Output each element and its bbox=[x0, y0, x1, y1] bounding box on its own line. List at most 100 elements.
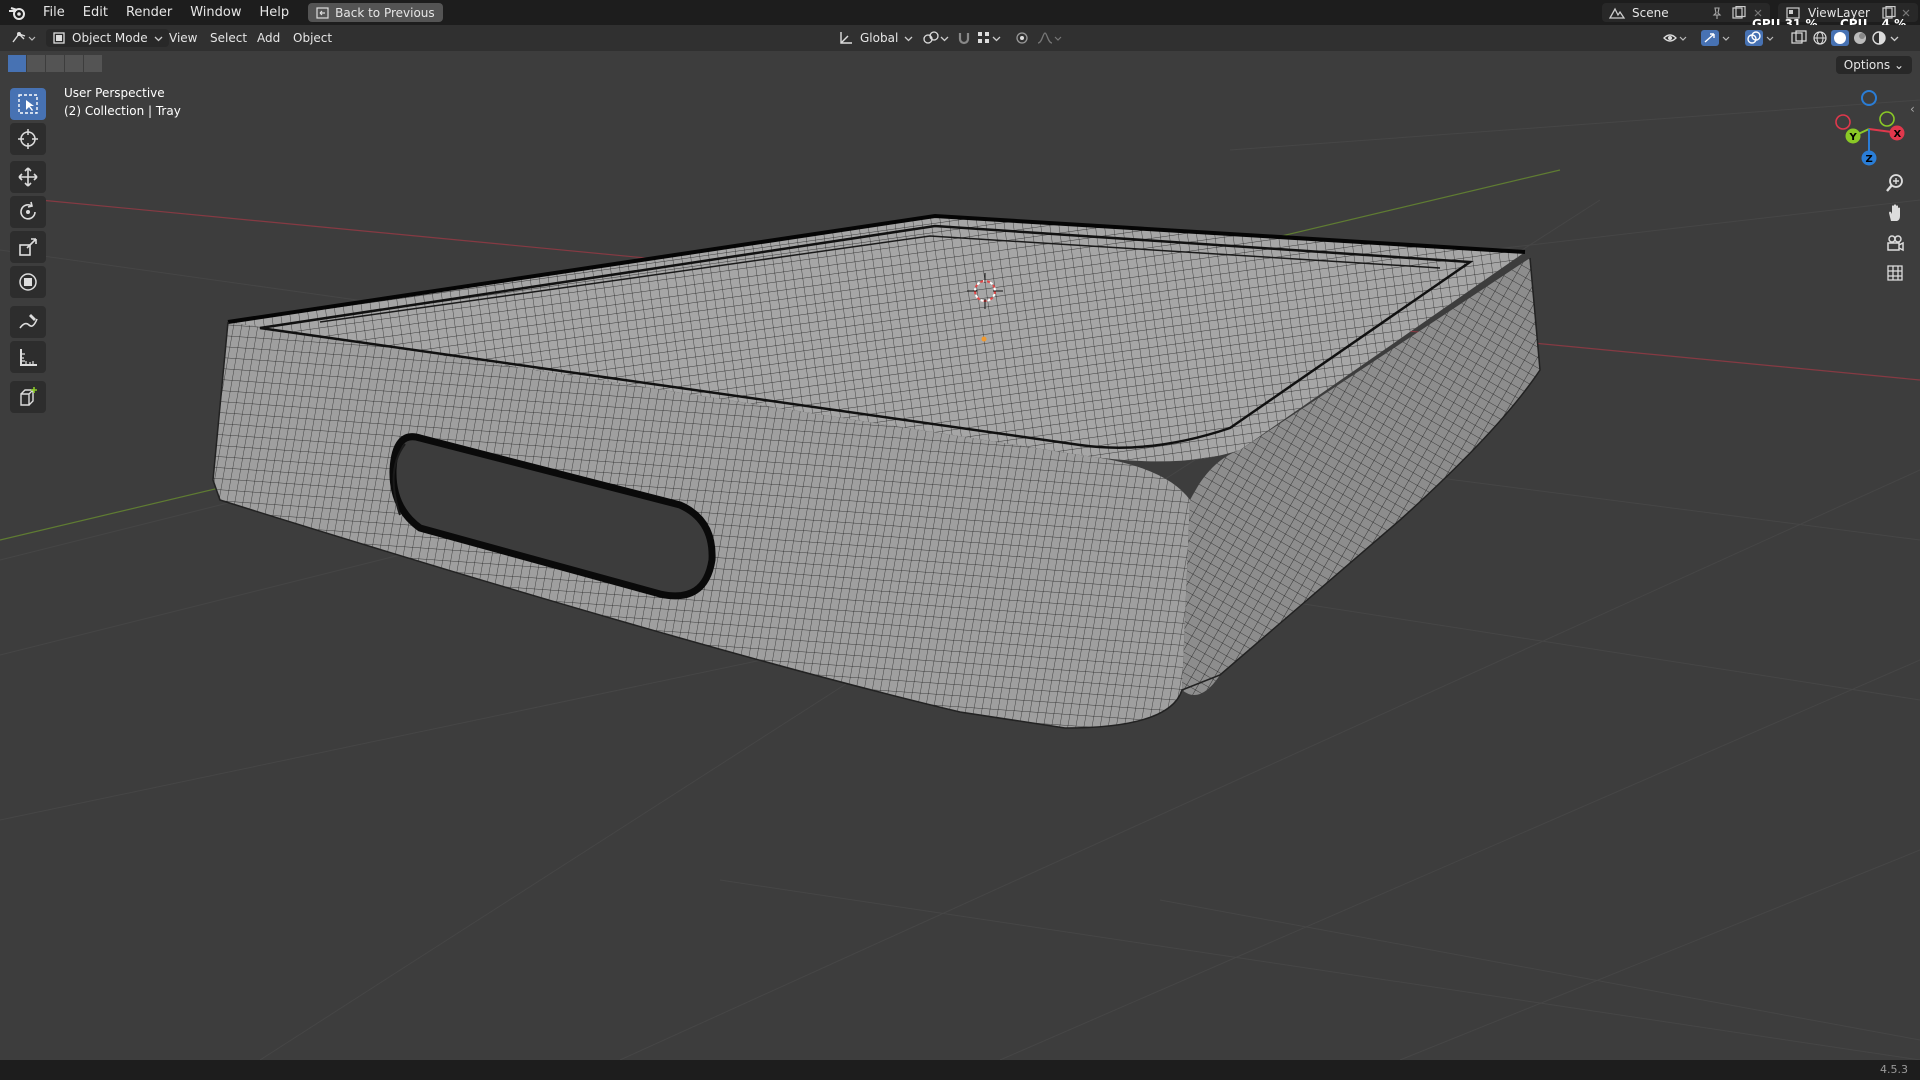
overlay-icon bbox=[1745, 30, 1774, 46]
select-extend-button[interactable] bbox=[27, 55, 45, 72]
scale-icon bbox=[19, 238, 37, 256]
rotate-icon bbox=[20, 201, 36, 220]
blender-logo-icon[interactable] bbox=[0, 0, 34, 25]
mode-dropdown[interactable]: Object Mode bbox=[46, 29, 169, 47]
chevron-down-icon bbox=[992, 36, 1001, 41]
eye-icon bbox=[1663, 34, 1687, 42]
measure-ruler-icon bbox=[20, 349, 37, 366]
viewport-header: Object Mode View Select Add Object Globa… bbox=[0, 25, 1920, 51]
ortho-toggle-button[interactable] bbox=[1882, 260, 1908, 286]
orientation-label: Global bbox=[860, 31, 899, 45]
camera-icon bbox=[1887, 235, 1904, 252]
tray-mesh[interactable] bbox=[212, 213, 1541, 729]
annotate-pencil-icon bbox=[19, 314, 38, 329]
pin-icon[interactable] bbox=[1710, 6, 1724, 20]
menu-window[interactable]: Window bbox=[181, 0, 250, 25]
menu-render[interactable]: Render bbox=[117, 0, 181, 25]
add-cube-tool[interactable] bbox=[10, 381, 46, 413]
falloff-dropdown[interactable] bbox=[1036, 29, 1062, 47]
camera-view-button[interactable] bbox=[1882, 230, 1908, 256]
options-dropdown[interactable]: Options ⌄ bbox=[1835, 56, 1912, 74]
editor-type-icon bbox=[12, 32, 36, 43]
transform-orientation-dropdown[interactable]: Global bbox=[838, 29, 913, 47]
back-icon bbox=[316, 6, 329, 19]
proportional-edit-icon bbox=[1016, 32, 1028, 44]
top-menubar: File Edit Render Window Help Back to Pre… bbox=[0, 0, 1920, 31]
scene-icon bbox=[1608, 7, 1626, 19]
wireframe-shading-icon[interactable] bbox=[1812, 30, 1828, 46]
scene-selector[interactable]: Scene bbox=[1602, 3, 1770, 22]
select-intersect-button[interactable] bbox=[84, 55, 102, 72]
orientation-icon bbox=[840, 32, 852, 44]
transform-icon bbox=[19, 273, 37, 291]
perspective-label: User Perspective bbox=[64, 86, 165, 100]
pivot-point-dropdown[interactable] bbox=[922, 29, 949, 47]
snap-target-dropdown[interactable] bbox=[976, 29, 1001, 47]
menu-help[interactable]: Help bbox=[251, 0, 299, 25]
snap-toggle[interactable] bbox=[956, 29, 972, 47]
add-cube-icon bbox=[20, 387, 37, 406]
viewport-scene[interactable] bbox=[0, 51, 1920, 1060]
transform-tool[interactable] bbox=[10, 266, 46, 298]
gizmo-neg-z-icon[interactable] bbox=[1861, 90, 1877, 106]
status-bar: 4.5.3 bbox=[0, 1060, 1920, 1080]
menu-add[interactable]: Add bbox=[257, 29, 280, 47]
select-box-tool[interactable] bbox=[10, 88, 46, 120]
zoom-magnifier-icon bbox=[1886, 174, 1903, 192]
move-icon bbox=[18, 167, 38, 187]
back-button-label: Back to Previous bbox=[335, 5, 435, 20]
gizmo-neg-y-icon[interactable] bbox=[1879, 111, 1895, 127]
options-label: Options bbox=[1843, 58, 1891, 72]
scale-tool[interactable] bbox=[10, 231, 46, 263]
solid-shading-icon[interactable] bbox=[1831, 30, 1849, 46]
grid-perspective-icon bbox=[1887, 265, 1903, 281]
magnet-icon bbox=[958, 33, 970, 45]
move-tool[interactable] bbox=[10, 161, 46, 193]
chevron-down-icon bbox=[154, 36, 163, 41]
gizmo-toggle[interactable] bbox=[1700, 29, 1732, 47]
selection-mode-group bbox=[8, 55, 102, 72]
new-scene-icon[interactable] bbox=[1730, 5, 1748, 20]
collapse-sidebar-icon[interactable]: ‹ bbox=[1910, 102, 1915, 116]
chevron-down-icon bbox=[940, 36, 949, 41]
material-shading-icon[interactable] bbox=[1852, 30, 1868, 46]
scene-name: Scene bbox=[1632, 5, 1669, 20]
rotate-tool[interactable] bbox=[10, 196, 46, 228]
overlay-toggle[interactable] bbox=[1744, 29, 1776, 47]
pivot-icon bbox=[923, 31, 939, 44]
chevron-down-icon bbox=[904, 36, 913, 41]
cursor-tool[interactable] bbox=[10, 123, 46, 155]
3d-viewport[interactable]: User Perspective (2) Collection | Tray bbox=[0, 51, 1920, 1060]
pan-button[interactable] bbox=[1882, 200, 1908, 226]
annotate-tool[interactable] bbox=[10, 306, 46, 338]
select-box-icon bbox=[18, 94, 38, 114]
gizmo-neg-x-icon[interactable] bbox=[1835, 114, 1851, 130]
menu-file[interactable]: File bbox=[34, 0, 74, 25]
xray-toggle[interactable] bbox=[1790, 29, 1808, 47]
gizmo-icon bbox=[1701, 30, 1730, 46]
xray-icon bbox=[1791, 30, 1807, 44]
rendered-shading-icon[interactable] bbox=[1871, 30, 1887, 46]
menu-view[interactable]: View bbox=[169, 29, 197, 47]
proportional-edit-toggle[interactable] bbox=[1014, 29, 1030, 47]
chevron-down-icon[interactable] bbox=[1890, 34, 1899, 43]
snap-grid-icon bbox=[978, 32, 989, 43]
select-subtract-button[interactable] bbox=[46, 55, 64, 72]
menu-edit[interactable]: Edit bbox=[74, 0, 117, 25]
measure-tool[interactable] bbox=[10, 341, 46, 373]
mode-label: Object Mode bbox=[72, 31, 148, 45]
menu-select[interactable]: Select bbox=[210, 29, 247, 47]
back-to-previous-button[interactable]: Back to Previous bbox=[308, 3, 443, 22]
gizmo-y-label: Y bbox=[1849, 132, 1858, 143]
menu-object[interactable]: Object bbox=[293, 29, 332, 47]
hand-icon bbox=[1889, 204, 1900, 221]
gizmo-x-label: X bbox=[1894, 129, 1902, 140]
select-invert-button[interactable] bbox=[65, 55, 83, 72]
zoom-button[interactable] bbox=[1882, 170, 1908, 196]
navigation-gizmo[interactable]: X Y Z bbox=[1825, 85, 1915, 175]
visibility-dropdown[interactable] bbox=[1662, 29, 1688, 47]
falloff-curve-icon bbox=[1037, 32, 1062, 44]
object-mode-icon bbox=[53, 32, 65, 44]
editor-type-button[interactable] bbox=[10, 29, 36, 47]
select-new-button[interactable] bbox=[8, 55, 26, 72]
